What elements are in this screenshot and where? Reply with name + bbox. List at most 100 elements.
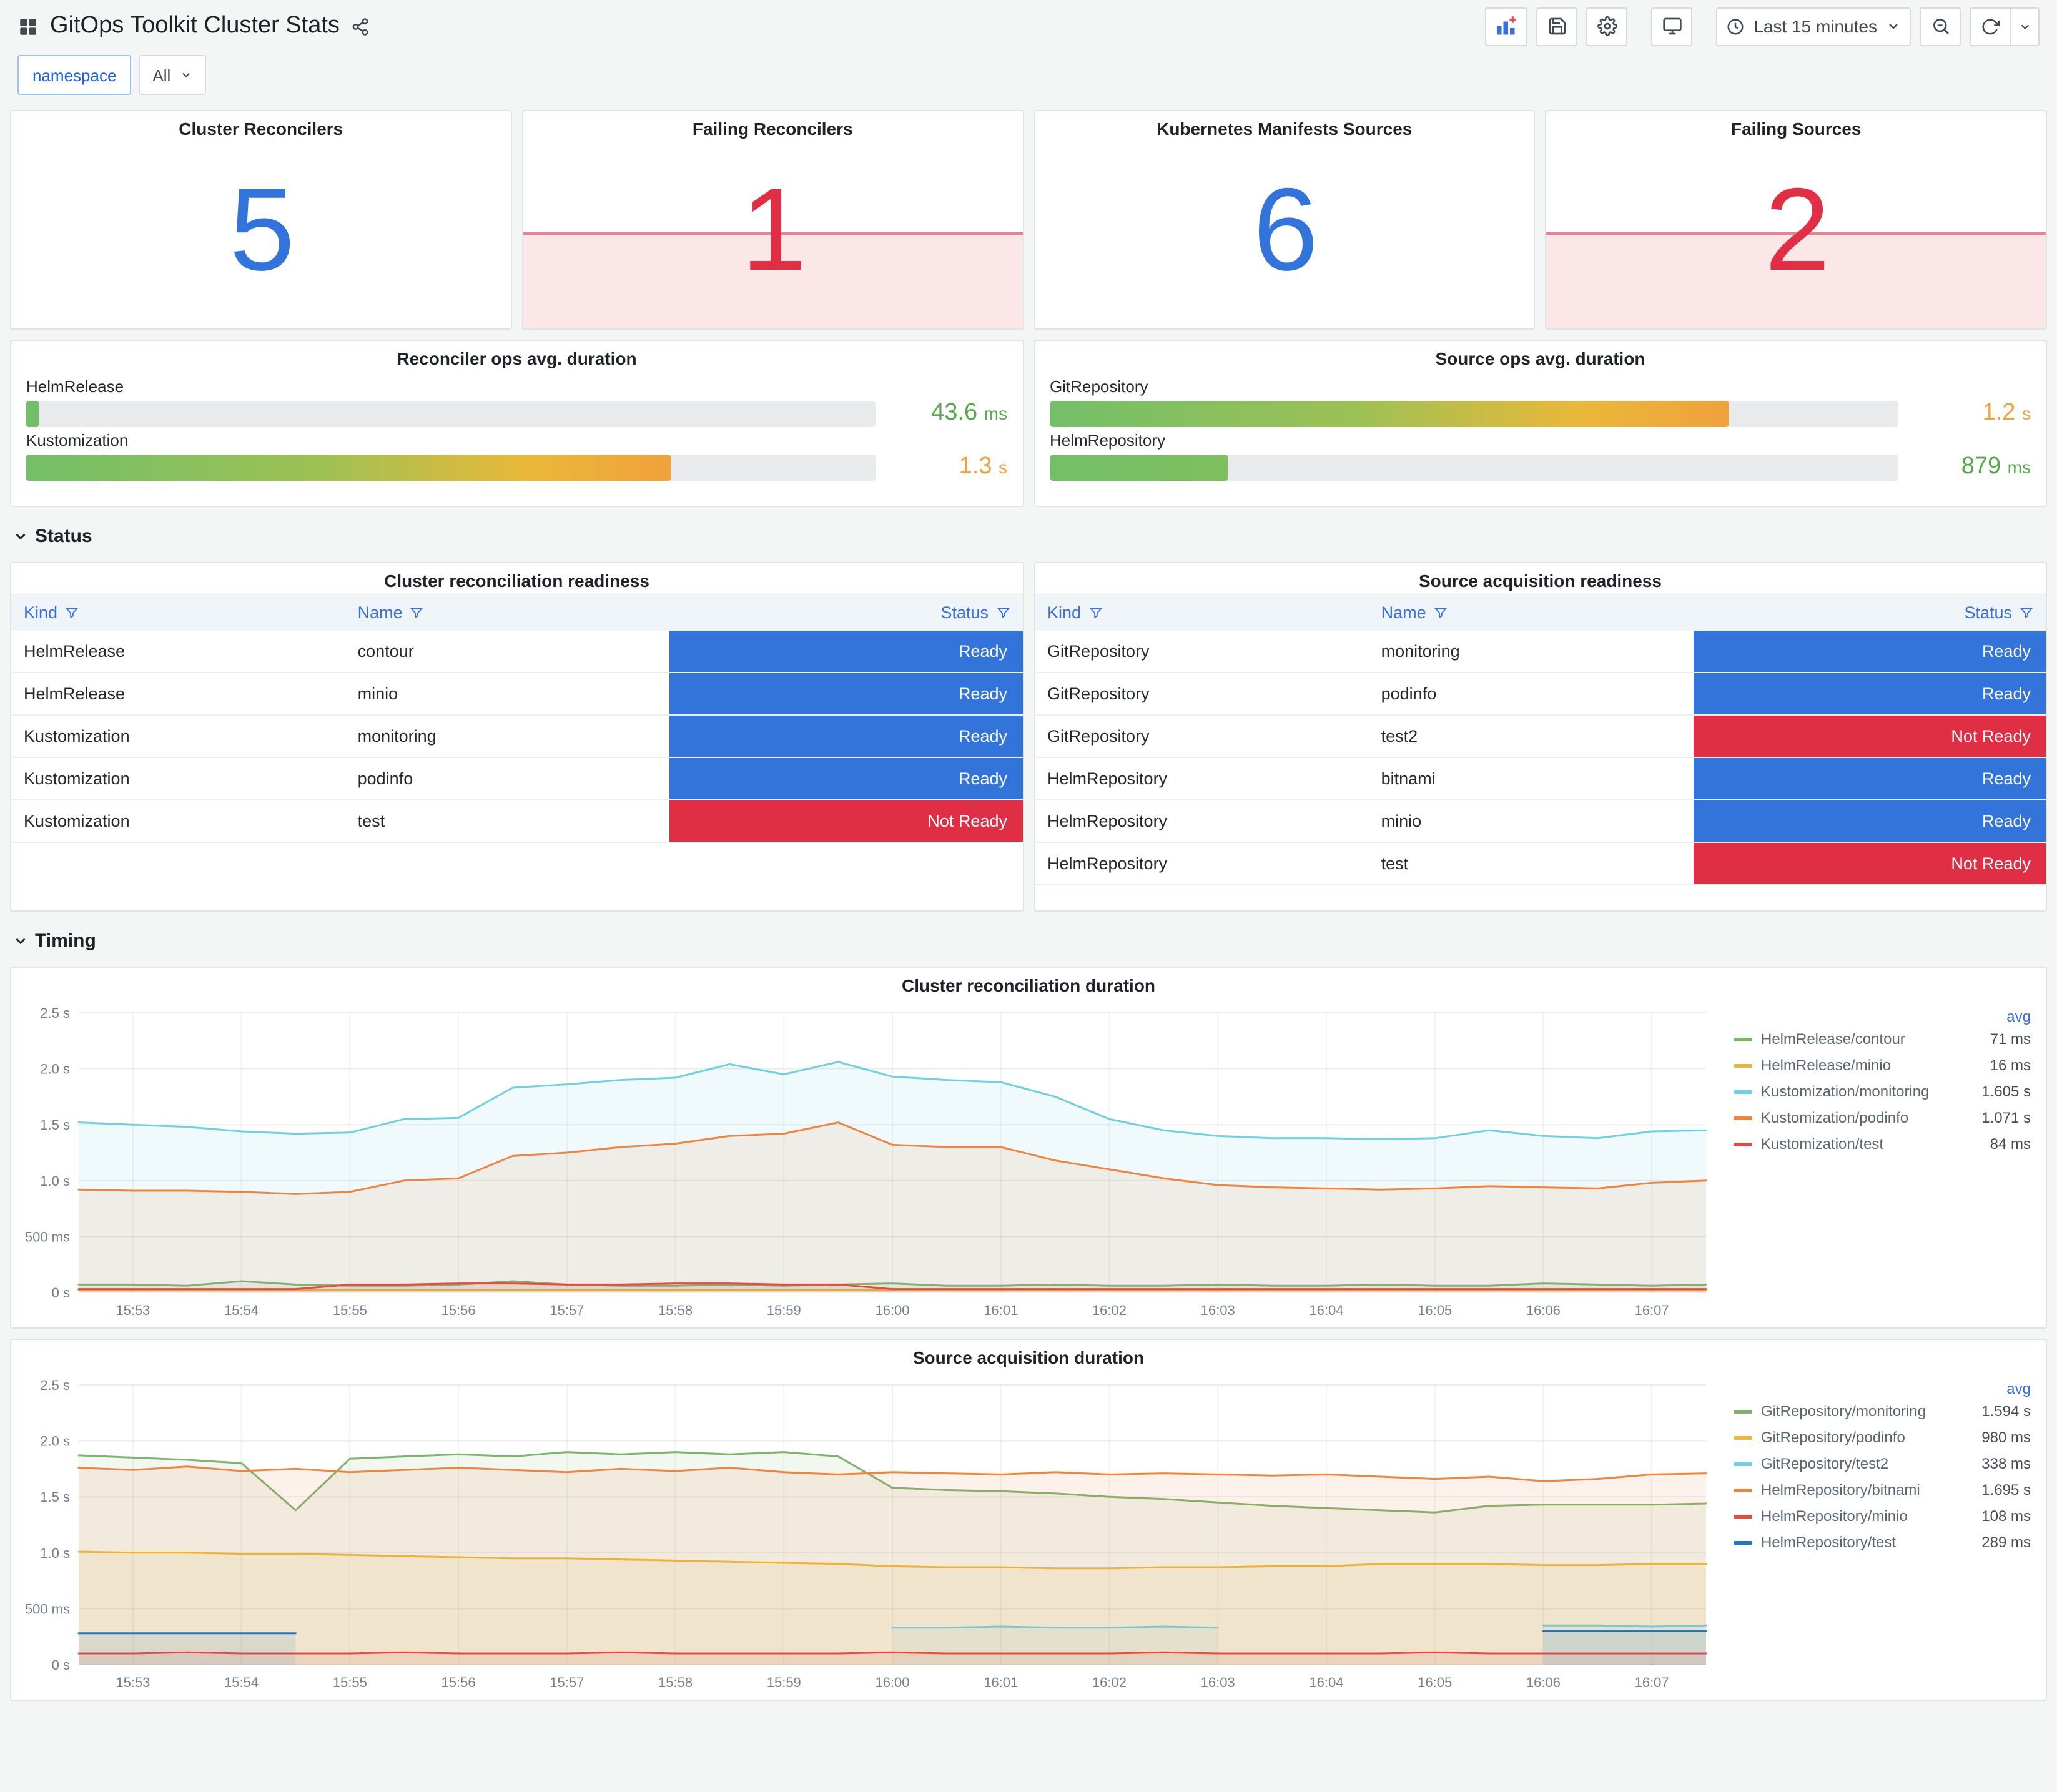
panel-title[interactable]: Source ops avg. duration: [1035, 341, 2046, 371]
filter-icon[interactable]: [2020, 605, 2033, 619]
legend-item[interactable]: Kustomization/monitoring 1.605 s: [1734, 1083, 2031, 1100]
series-color-swatch: [1734, 1514, 1752, 1518]
kind-cell: Kustomization: [11, 715, 345, 758]
gauges-row: Reconciler ops avg. duration HelmRelease…: [10, 340, 2047, 507]
legend-item[interactable]: GitRepository/test2 338 ms: [1734, 1455, 2031, 1472]
svg-text:16:07: 16:07: [1635, 1675, 1669, 1690]
filter-icon[interactable]: [1088, 605, 1102, 619]
legend-item[interactable]: HelmRelease/contour 71 ms: [1734, 1030, 2031, 1048]
name-cell: test: [1368, 842, 1694, 885]
kind-cell: HelmRepository: [1035, 757, 1369, 800]
stats-row: Cluster Reconcilers 5 Failing Reconciler…: [10, 110, 2047, 330]
save-dashboard-button[interactable]: [1536, 7, 1578, 46]
column-header-name[interactable]: Name: [345, 593, 670, 631]
table-row[interactable]: GitRepository test2 Not Ready: [1035, 715, 2046, 758]
table-row[interactable]: HelmRelease contour Ready: [11, 631, 1022, 673]
dashboard-settings-button[interactable]: [1586, 7, 1628, 46]
kind-cell: GitRepository: [1035, 715, 1369, 758]
gauge-row-gitrepository: GitRepository 1.2 s: [1050, 377, 2031, 427]
column-header-kind[interactable]: Kind: [11, 593, 345, 631]
reconciler-ops-duration-panel: Reconciler ops avg. duration HelmRelease…: [10, 340, 1024, 507]
time-range-picker[interactable]: Last 15 minutes: [1716, 7, 1911, 46]
panel-title[interactable]: Cluster reconciliation readiness: [11, 563, 1022, 593]
legend-item[interactable]: HelmRepository/minio 108 ms: [1734, 1507, 2031, 1525]
table-row[interactable]: HelmRepository test Not Ready: [1035, 842, 2046, 885]
table-row[interactable]: Kustomization monitoring Ready: [11, 715, 1022, 758]
dashboard: GitOps Toolkit Cluster Stats Last 15 min…: [0, 0, 2057, 1792]
kind-cell: Kustomization: [11, 800, 345, 843]
stat-value: 2: [1764, 164, 1830, 295]
gauge-row-helmrepository: HelmRepository 879 ms: [1050, 431, 2031, 481]
filter-icon[interactable]: [996, 605, 1010, 619]
status-cell: Ready: [669, 631, 1022, 673]
add-panel-button[interactable]: [1485, 7, 1528, 46]
section-toggle-status[interactable]: Status: [10, 517, 2047, 554]
table-row[interactable]: GitRepository podinfo Ready: [1035, 672, 2046, 716]
series-avg-value: 84 ms: [1990, 1135, 2031, 1153]
variable-namespace-select[interactable]: All: [139, 55, 206, 95]
name-cell: minio: [345, 672, 670, 716]
name-cell: monitoring: [1368, 631, 1694, 673]
svg-text:16:04: 16:04: [1309, 1302, 1343, 1318]
section-toggle-timing[interactable]: Timing: [10, 922, 2047, 959]
legend-item[interactable]: Kustomization/podinfo 1.071 s: [1734, 1109, 2031, 1126]
legend-item[interactable]: HelmRepository/bitnami 1.695 s: [1734, 1481, 2031, 1499]
kind-cell: HelmRepository: [1035, 800, 1369, 843]
svg-text:15:53: 15:53: [116, 1675, 150, 1690]
kind-cell: HelmRelease: [11, 631, 345, 673]
gauge-value: 43.6 ms: [931, 400, 1007, 426]
svg-text:500 ms: 500 ms: [25, 1229, 70, 1244]
table-row[interactable]: Kustomization podinfo Ready: [11, 757, 1022, 800]
table-row[interactable]: HelmRepository minio Ready: [1035, 800, 2046, 843]
table-row[interactable]: HelmRepository bitnami Ready: [1035, 757, 2046, 800]
apps-grid-icon[interactable]: [17, 16, 39, 37]
kiosk-mode-button[interactable]: [1651, 7, 1693, 46]
status-cell: Ready: [1693, 757, 2046, 800]
column-header-status[interactable]: Status: [669, 593, 1022, 631]
cluster-readiness-panel: Cluster reconciliation readiness Kind Nam…: [10, 562, 1024, 912]
svg-text:15:58: 15:58: [658, 1302, 693, 1318]
svg-text:2.5 s: 2.5 s: [40, 1377, 70, 1393]
timeseries-plot[interactable]: 0 s 500 ms 1.0 s 1.5 s 2.0 s 2.5 s 15:53 15:54 1…: [16, 1000, 1721, 1322]
filter-icon[interactable]: [410, 605, 424, 619]
panel-title[interactable]: Source acquisition readiness: [1035, 563, 2046, 593]
panel-title[interactable]: Cluster reconciliation duration: [11, 968, 2046, 998]
refresh-interval-dropdown[interactable]: [2010, 7, 2040, 46]
series-avg-value: 1.695 s: [1981, 1481, 2031, 1499]
column-header-kind[interactable]: Kind: [1035, 593, 1369, 631]
table-row[interactable]: GitRepository monitoring Ready: [1035, 631, 2046, 673]
gauge-row-helmrelease: HelmRelease 43.6 ms: [26, 377, 1007, 427]
legend-item[interactable]: GitRepository/podinfo 980 ms: [1734, 1429, 2031, 1446]
filter-icon[interactable]: [65, 605, 79, 619]
legend-item[interactable]: HelmRepository/test 289 ms: [1734, 1534, 2031, 1551]
legend-item[interactable]: Kustomization/test 84 ms: [1734, 1135, 2031, 1153]
panel-title[interactable]: Reconciler ops avg. duration: [11, 341, 1022, 371]
legend-item[interactable]: GitRepository/monitoring 1.594 s: [1734, 1402, 2031, 1420]
panel-title[interactable]: Source acquisition duration: [11, 1340, 2046, 1370]
table-row[interactable]: Kustomization test Not Ready: [11, 800, 1022, 843]
filter-icon[interactable]: [1434, 605, 1448, 619]
gauge-bar: [1050, 400, 1729, 426]
chevron-down-icon: [2020, 24, 2029, 29]
svg-text:1.5 s: 1.5 s: [40, 1489, 70, 1505]
share-icon[interactable]: [351, 17, 370, 36]
timeseries-plot[interactable]: 0 s 500 ms 1.0 s 1.5 s 2.0 s 2.5 s 15:53 15:54 1…: [16, 1372, 1721, 1695]
status-cell: Ready: [669, 715, 1022, 758]
gauge-track: [1050, 454, 1898, 480]
stat-panel-failing-reconcilers: Failing Reconcilers 1: [521, 110, 1024, 330]
zoom-out-time-button[interactable]: [1920, 7, 1961, 46]
column-header-name[interactable]: Name: [1368, 593, 1694, 631]
gauge-label: Kustomization: [26, 431, 129, 450]
status-cell: Ready: [669, 672, 1022, 716]
chevron-down-icon: [1889, 24, 1898, 29]
name-cell: test: [345, 800, 670, 843]
series-name: GitRepository/test2: [1761, 1455, 1889, 1472]
table-row[interactable]: HelmRelease minio Ready: [11, 672, 1022, 716]
gear-icon: [1597, 16, 1617, 36]
refresh-button[interactable]: [1970, 7, 2011, 46]
series-color-swatch: [1734, 1435, 1752, 1439]
legend-item[interactable]: HelmRelease/minio 16 ms: [1734, 1056, 2031, 1074]
series-name: Kustomization/podinfo: [1761, 1109, 1909, 1126]
series-avg-value: 16 ms: [1990, 1056, 2031, 1074]
column-header-status[interactable]: Status: [1693, 593, 2046, 631]
